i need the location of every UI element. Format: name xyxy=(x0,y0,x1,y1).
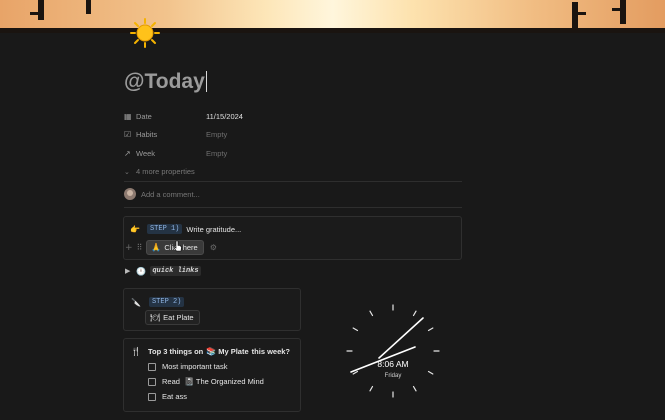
property-label: Week xyxy=(136,148,156,158)
properties-panel: ▦ Date 11/15/2024 ☑ Habits Empty ↗ Week Emp… xyxy=(124,107,464,181)
drag-handle-icon[interactable]: ⠿ xyxy=(137,243,143,252)
cover-ground xyxy=(0,28,665,33)
page-link-icon: 📚 xyxy=(206,347,217,356)
pointing-hand-icon: 👉 xyxy=(130,224,140,234)
top3-heading-post: this week? xyxy=(251,347,291,356)
step2-callout[interactable]: 🔪 STEP 2) 🍽 Eat Plate xyxy=(123,288,301,331)
chevron-down-icon: ⌄ xyxy=(124,167,130,176)
todo-label[interactable]: Eat ass xyxy=(162,392,187,401)
plate-icon: 🍽 xyxy=(150,313,161,322)
clock-tick xyxy=(352,327,359,332)
step1-text[interactable]: Write gratitude... xyxy=(186,225,241,234)
clock-time: 8:06 AM xyxy=(377,359,408,369)
more-properties-label: 4 more properties xyxy=(136,167,195,177)
property-week[interactable]: ↗ Week Empty xyxy=(124,144,464,163)
toggle-arrow-icon[interactable]: ▶ xyxy=(125,267,130,275)
checkbox[interactable] xyxy=(148,392,156,401)
sun-icon[interactable] xyxy=(130,18,160,48)
todo-label[interactable]: Read xyxy=(162,377,180,386)
cover-cactus-far-right-arm xyxy=(612,8,620,11)
property-date[interactable]: ▦ Date 11/15/2024 xyxy=(124,107,464,126)
property-value[interactable]: Empty xyxy=(206,130,227,139)
clock-tick xyxy=(427,370,434,375)
page-title[interactable]: @Today xyxy=(124,70,207,94)
divider xyxy=(124,181,462,182)
cover-cactus-left-arm xyxy=(30,12,38,15)
todo-item[interactable]: Most important task xyxy=(148,362,227,371)
property-label: Habits xyxy=(136,130,158,140)
add-block-icon[interactable]: + xyxy=(125,243,133,253)
page-title-text[interactable]: @Today xyxy=(124,70,205,93)
cover-cactus-right-arm xyxy=(578,12,586,15)
knife-icon: 🔪 xyxy=(131,297,141,307)
comment-placeholder: Add a comment... xyxy=(141,189,200,199)
property-value[interactable]: Empty xyxy=(206,149,227,158)
eat-plate-label: Eat Plate xyxy=(163,313,194,322)
checkbox[interactable] xyxy=(148,377,156,386)
top3-heading-pre: Top 3 things on xyxy=(147,347,204,356)
step2-tag: STEP 2) xyxy=(148,297,185,307)
clock-tick xyxy=(352,370,359,375)
eat-plate-button[interactable]: 🍽 Eat Plate xyxy=(145,310,200,325)
step1-callout[interactable]: 👉 STEP 1) Write gratitude... + ⠿ 🙏 Click… xyxy=(123,216,462,260)
cover-cactus-far-right xyxy=(620,0,626,24)
clock-ticks xyxy=(346,304,440,398)
praying-hands-icon: 🙏 xyxy=(151,243,162,252)
arrow-up-right-icon: ↗ xyxy=(124,148,131,158)
quick-links-toggle[interactable]: ▶ 🕛 quick links xyxy=(125,266,201,276)
step1-tag: STEP 1) xyxy=(146,224,183,234)
property-label: Date xyxy=(136,111,152,121)
divider xyxy=(124,207,462,208)
clock-tick xyxy=(412,385,417,392)
clock-tick xyxy=(412,310,417,317)
clock-tick xyxy=(369,385,374,392)
more-properties-toggle[interactable]: ⌄ 4 more properties xyxy=(124,163,464,182)
fork-knife-icon: 🍴 xyxy=(131,347,141,356)
checkbox-icon: ☑ xyxy=(124,130,132,140)
clock-emoji-icon: 🕛 xyxy=(136,266,147,276)
my-plate-link[interactable]: My Plate xyxy=(218,347,248,356)
clock-day: Friday xyxy=(385,373,402,379)
cover-cactus-left xyxy=(38,0,44,20)
property-value[interactable]: 11/15/2024 xyxy=(206,112,243,121)
avatar xyxy=(124,188,136,200)
calendar-icon: ▦ xyxy=(124,111,132,121)
todo-item[interactable]: Eat ass xyxy=(148,392,187,401)
clock-tick xyxy=(369,310,374,317)
text-caret xyxy=(205,71,207,92)
clock-widget[interactable]: 8:06 AM Friday xyxy=(343,298,443,408)
quick-links-label[interactable]: quick links xyxy=(150,266,201,276)
cover-cactus-right xyxy=(572,2,578,30)
cover-cactus-mid xyxy=(86,0,91,14)
todo-item[interactable]: Read 📓 The Organized Mind xyxy=(148,377,264,386)
settings-gear-icon[interactable]: ⚙ xyxy=(210,243,217,252)
property-habits[interactable]: ☑ Habits Empty xyxy=(124,126,464,145)
mouse-pointer-icon xyxy=(173,240,182,252)
clock-tick xyxy=(427,327,434,332)
cover-image[interactable] xyxy=(0,0,665,33)
book-link[interactable]: The Organized Mind xyxy=(196,377,264,386)
todo-label[interactable]: Most important task xyxy=(162,362,227,371)
checkbox[interactable] xyxy=(148,362,156,371)
top3-callout[interactable]: 🍴 Top 3 things on 📚 My Plate this week? … xyxy=(123,338,301,412)
comment-input[interactable]: Add a comment... xyxy=(124,188,200,200)
book-icon: 📓 xyxy=(183,377,194,386)
